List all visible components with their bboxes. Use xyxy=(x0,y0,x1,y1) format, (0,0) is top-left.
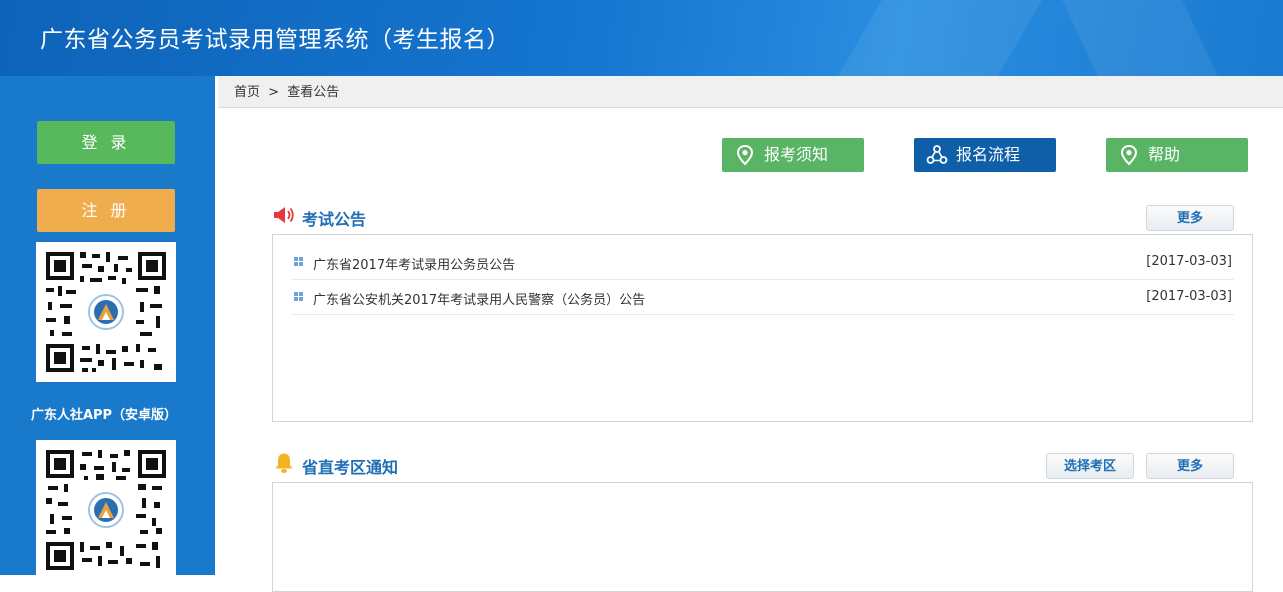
bell-icon xyxy=(275,453,293,473)
qr-code-graphic xyxy=(46,252,166,372)
registration-process-button[interactable]: 报名流程 xyxy=(914,138,1056,172)
page-header: 广东省公务员考试录用管理系统（考生报名） xyxy=(0,0,1283,76)
breadcrumb-current: 查看公告 xyxy=(287,85,340,100)
map-pin-icon xyxy=(736,144,754,166)
district-notices-list xyxy=(272,482,1253,592)
breadcrumb-home-link[interactable]: 首页 xyxy=(234,85,260,100)
exam-notice-button[interactable]: 报考须知 xyxy=(722,138,864,172)
announcements-list: 广东省2017年考试录用公务员公告 [2017-03-03] 广东省公安机关20… xyxy=(272,234,1253,422)
exam-notice-label: 报考须知 xyxy=(764,145,829,164)
qr-code-image xyxy=(36,242,176,382)
map-pin-icon xyxy=(1120,144,1138,166)
help-label: 帮助 xyxy=(1148,145,1181,164)
announcement-date: [2017-03-03] xyxy=(1146,254,1232,269)
district-more-button[interactable]: 更多 xyxy=(1146,453,1234,479)
list-item[interactable]: 广东省2017年考试录用公务员公告 [2017-03-03] xyxy=(291,245,1234,280)
announcements-more-button[interactable]: 更多 xyxy=(1146,205,1234,231)
app-download-label: 广东人社APP（安卓版） xyxy=(30,408,178,423)
list-item[interactable]: 广东省公安机关2017年考试录用人民警察（公务员）公告 [2017-03-03] xyxy=(291,280,1234,315)
header-decoration xyxy=(838,0,1042,76)
announcement-date: [2017-03-03] xyxy=(1146,289,1232,304)
breadcrumb-separator: > xyxy=(268,85,280,100)
system-title: 广东省公务员考试录用管理系统（考生报名） xyxy=(40,27,510,53)
qr-code-graphic xyxy=(46,450,166,570)
megaphone-icon xyxy=(274,207,294,223)
login-button[interactable]: 登 录 xyxy=(37,121,175,164)
breadcrumb: 首页 > 查看公告 xyxy=(218,76,1283,108)
district-notices-title: 省直考区通知 xyxy=(302,458,399,477)
announcement-link[interactable]: 广东省2017年考试录用公务员公告 xyxy=(313,254,515,273)
header-decoration xyxy=(1062,0,1218,76)
grid-bullet-icon xyxy=(294,257,304,267)
register-button[interactable]: 注 册 xyxy=(37,189,175,232)
qr-code-image xyxy=(36,440,176,580)
exam-announcements-title: 考试公告 xyxy=(302,210,367,229)
grid-bullet-icon xyxy=(294,292,304,302)
help-button[interactable]: 帮助 xyxy=(1106,138,1248,172)
select-exam-district-button[interactable]: 选择考区 xyxy=(1046,453,1134,479)
registration-process-label: 报名流程 xyxy=(956,145,1021,164)
announcement-link[interactable]: 广东省公安机关2017年考试录用人民警察（公务员）公告 xyxy=(313,289,645,308)
sidebar: 登 录 注 册 广东人社APP（安卓版） xyxy=(0,76,215,580)
flow-nodes-icon xyxy=(926,145,948,164)
